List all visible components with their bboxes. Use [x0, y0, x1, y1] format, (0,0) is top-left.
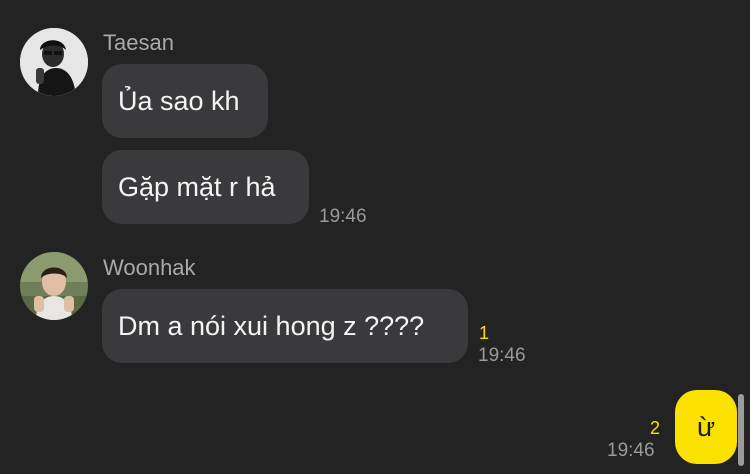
- message-timestamp: 19:46: [319, 206, 367, 227]
- message-bubble[interactable]: Dm a nói xui hong z ????: [102, 289, 468, 363]
- unread-count: 2: [650, 418, 661, 438]
- scrollbar[interactable]: [738, 394, 744, 466]
- message-bubble[interactable]: Gặp mặt r hả: [102, 150, 309, 224]
- avatar-taesan-icon: [20, 28, 88, 96]
- avatar-woonhak-icon: [20, 252, 88, 320]
- avatar-woonhak[interactable]: [20, 252, 88, 320]
- message-timestamp: 19:46: [607, 440, 655, 461]
- message-timestamp: 19:46: [478, 345, 526, 366]
- avatar-taesan[interactable]: [20, 28, 88, 96]
- sender-name-taesan: Taesan: [103, 30, 174, 55]
- message-bubble-outgoing[interactable]: ừ: [675, 390, 737, 464]
- message-bubble[interactable]: Ủa sao kh: [102, 64, 268, 138]
- sender-name-woonhak: Woonhak: [103, 255, 196, 280]
- unread-count: 1: [479, 323, 490, 343]
